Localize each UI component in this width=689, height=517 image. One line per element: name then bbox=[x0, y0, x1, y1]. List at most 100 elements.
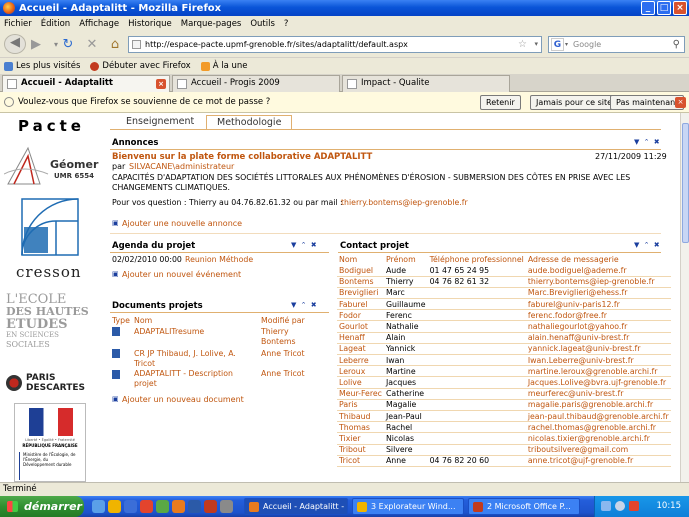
document-modified-by[interactable]: Anne Tricot bbox=[261, 349, 305, 358]
contact-email[interactable]: thierry.bontems@iep-grenoble.fr bbox=[525, 276, 671, 288]
contact-email[interactable]: magalie.paris@grenoble.archi.fr bbox=[525, 399, 671, 411]
contact-nom[interactable]: Thomas bbox=[337, 421, 384, 434]
contact-col-nom[interactable]: Nom bbox=[337, 254, 384, 265]
cresson-logo[interactable]: cresson bbox=[14, 197, 86, 283]
document-link[interactable]: CR JP Thibaud, J. Lolive, A. Tricot bbox=[134, 349, 254, 369]
pas-maintenant-button[interactable]: Pas maintenant bbox=[610, 95, 685, 110]
start-button[interactable]: démarrer bbox=[0, 496, 84, 517]
desktop-quicklaunch-icon[interactable] bbox=[124, 500, 137, 513]
contact-col-prenom[interactable]: Prénom bbox=[384, 254, 428, 265]
contact-email[interactable]: triboutsilvere@gmail.com bbox=[525, 444, 671, 456]
bookmark-star-icon[interactable]: ☆ bbox=[518, 37, 527, 52]
contact-email[interactable]: Marc.Breviglieri@ehess.fr bbox=[525, 287, 671, 300]
app-quicklaunch-icon[interactable] bbox=[156, 500, 169, 513]
pacte-logo[interactable]: Pacte bbox=[18, 117, 85, 135]
search-input[interactable]: G ▾ Google ⚲ bbox=[548, 36, 685, 53]
contact-email[interactable]: jean-paul.thibaud@grenoble.archi.fr bbox=[525, 410, 671, 423]
back-icon[interactable]: ◀ bbox=[4, 34, 26, 54]
doc-col-nom[interactable]: Nom bbox=[134, 316, 152, 325]
contact-nom[interactable]: Paris bbox=[337, 399, 384, 411]
contact-email[interactable]: aude.bodiguel@ademe.fr bbox=[525, 265, 671, 277]
maximize-button[interactable]: □ bbox=[657, 1, 671, 15]
contact-email[interactable]: nicolas.tixier@grenoble.archi.fr bbox=[525, 432, 671, 445]
taskbar-item-explorer[interactable]: 3 Explorateur Wind... bbox=[352, 498, 464, 515]
paris-descartes-logo[interactable]: PARIS DESCARTES bbox=[6, 373, 96, 397]
annonces-controls[interactable]: ▼ ⌃ ✖ bbox=[634, 138, 661, 146]
home-icon[interactable]: ⌂ bbox=[107, 37, 123, 53]
bookmark-getting-started[interactable]: Débuter avec Firefox bbox=[90, 61, 191, 71]
contact-col-telephone[interactable]: Téléphone professionnel bbox=[428, 254, 526, 265]
contact-nom[interactable]: Bontems bbox=[337, 276, 384, 288]
taskbar-item-firefox[interactable]: Accueil - Adaptalitt - ... bbox=[244, 498, 348, 515]
tab-impact-qualite[interactable]: Impact - Qualite bbox=[342, 75, 510, 92]
network-icon[interactable] bbox=[601, 501, 611, 511]
bookmark-most-visited[interactable]: Les plus visités bbox=[4, 61, 80, 71]
firefox-quicklaunch-icon[interactable] bbox=[172, 500, 185, 513]
contact-email[interactable]: Iwan.Leberre@univ-brest.fr bbox=[525, 354, 671, 367]
tool-quicklaunch-icon[interactable] bbox=[220, 500, 233, 513]
menu-fichier[interactable]: Fichier bbox=[4, 19, 32, 29]
geomer-logo[interactable]: Géomer UMR 6554 bbox=[3, 144, 98, 188]
menu-marque-pages[interactable]: Marque-pages bbox=[181, 19, 242, 29]
menu-affichage[interactable]: Affichage bbox=[79, 19, 119, 29]
contact-email[interactable]: martine.leroux@grenoble.archi.fr bbox=[525, 365, 671, 378]
url-dropdown-icon[interactable]: ▾ bbox=[534, 37, 538, 52]
document-link[interactable]: ADAPTALITresume bbox=[134, 327, 204, 336]
ie-quicklaunch-icon[interactable] bbox=[92, 500, 105, 513]
contact-nom[interactable]: Tricot bbox=[337, 455, 384, 467]
contact-email[interactable]: anne.tricot@ujf-grenoble.fr bbox=[525, 455, 671, 467]
tab-accueil-progis[interactable]: Accueil - Progis 2009 bbox=[172, 75, 340, 92]
contact-email[interactable]: nathaliegourlot@yahoo.fr bbox=[525, 320, 671, 333]
close-notification-icon[interactable]: × bbox=[675, 97, 686, 108]
agenda-event[interactable]: Reunion Méthode bbox=[185, 255, 253, 264]
document-modified-by[interactable]: Anne Tricot bbox=[261, 369, 305, 378]
ministere-logo[interactable]: Liberté • Égalité • Fraternité RÉPUBLIQU… bbox=[14, 403, 86, 482]
minimize-button[interactable]: _ bbox=[641, 1, 655, 15]
contact-col-email[interactable]: Adresse de messagerie bbox=[526, 254, 671, 265]
add-document-link[interactable]: Ajouter un nouveau document bbox=[122, 395, 244, 404]
bookmark-headlines[interactable]: À la une bbox=[200, 61, 248, 71]
menu-historique[interactable]: Historique bbox=[128, 19, 172, 29]
tab-methodologie[interactable]: Methodologie bbox=[206, 115, 293, 129]
contact-nom[interactable]: Fodor bbox=[337, 309, 384, 322]
jamais-button[interactable]: Jamais pour ce site bbox=[530, 95, 619, 110]
ehess-logo[interactable]: L'ECOLE DES HAUTES ETUDES EN SCIENCES SO… bbox=[6, 293, 96, 361]
word-doc-icon[interactable] bbox=[112, 370, 120, 379]
menu-edition[interactable]: Édition bbox=[41, 19, 70, 29]
contact-nom[interactable]: Henaff bbox=[337, 332, 384, 344]
contact-email[interactable]: faburel@univ-paris12.fr bbox=[525, 298, 671, 311]
contact-email[interactable]: rachel.thomas@grenoble.archi.fr bbox=[525, 421, 671, 434]
scrollbar-thumb[interactable] bbox=[682, 123, 689, 243]
contact-nom[interactable]: Tribout bbox=[337, 444, 384, 456]
vertical-scrollbar[interactable] bbox=[680, 113, 689, 482]
word-quicklaunch-icon[interactable] bbox=[188, 500, 201, 513]
annonce-author[interactable]: SILVACANE\administrateur bbox=[129, 162, 234, 171]
contact-nom[interactable]: Meur-Ferec bbox=[337, 388, 384, 400]
powerpoint-quicklaunch-icon[interactable] bbox=[204, 500, 217, 513]
menu-outils[interactable]: Outils bbox=[250, 19, 275, 29]
tab-enseignement[interactable]: Enseignement bbox=[126, 116, 194, 127]
contact-nom[interactable]: Thibaud bbox=[337, 410, 384, 423]
contact-nom[interactable]: Gourlot bbox=[337, 320, 384, 333]
contact-nom[interactable]: Breviglieri bbox=[337, 287, 384, 300]
close-tab-icon[interactable]: × bbox=[156, 79, 166, 89]
doc-col-type[interactable]: Type bbox=[112, 316, 130, 325]
add-annonce-link[interactable]: Ajouter une nouvelle annonce bbox=[122, 219, 242, 228]
retenir-button[interactable]: Retenir bbox=[480, 95, 521, 110]
documents-controls[interactable]: ▼ ⌃ ✖ bbox=[291, 301, 318, 309]
google-icon[interactable]: G bbox=[551, 38, 564, 51]
agenda-controls[interactable]: ▼ ⌃ ✖ bbox=[291, 241, 318, 249]
menu-help[interactable]: ? bbox=[284, 19, 289, 29]
contact-nom[interactable]: Leroux bbox=[337, 365, 384, 378]
search-icon[interactable]: ⚲ bbox=[673, 37, 680, 52]
contact-email[interactable]: meurferec@univ-brest.fr bbox=[525, 388, 671, 400]
contact-nom[interactable]: Leberre bbox=[337, 354, 384, 367]
word-doc-icon[interactable] bbox=[112, 327, 120, 336]
contact-email[interactable]: alain.henaff@univ-brest.fr bbox=[525, 332, 671, 344]
doc-col-modifie[interactable]: Modifié par bbox=[261, 316, 305, 325]
annonce-title[interactable]: Bienvenu sur la plate forme collaborativ… bbox=[112, 152, 372, 162]
contact-email[interactable]: ferenc.fodor@free.fr bbox=[525, 309, 671, 322]
close-window-button[interactable]: × bbox=[673, 1, 687, 15]
document-link[interactable]: ADAPTALITT - Description projet bbox=[134, 369, 249, 389]
contact-email[interactable]: yannick.lageat@univ-brest.fr bbox=[525, 343, 671, 356]
